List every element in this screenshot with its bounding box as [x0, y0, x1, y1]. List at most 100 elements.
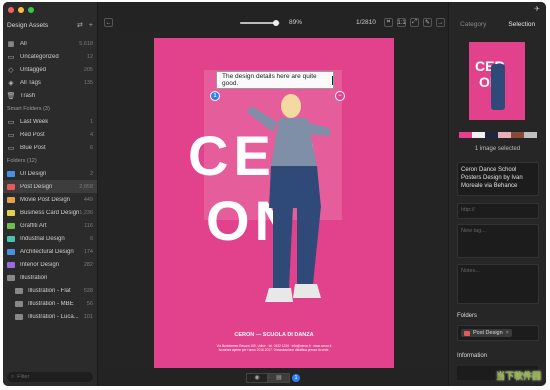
- sidebar-item-label: Business Card Design: [20, 209, 80, 216]
- comment-icon[interactable]: ▤: [268, 372, 290, 383]
- smart-folder-icon: ▭: [7, 118, 15, 126]
- eye-icon[interactable]: ◉: [246, 372, 268, 383]
- smart-folder-blue-post[interactable]: ▭ Blue Post 6: [3, 141, 97, 154]
- add-icon[interactable]: +: [89, 22, 93, 29]
- color-swatch[interactable]: [524, 132, 537, 138]
- pin-icon[interactable]: ✈: [534, 5, 540, 13]
- sidebar-item-count: 1,236: [79, 209, 93, 216]
- sidebar-item-label: Uncategorized: [20, 53, 59, 60]
- sidebar-item-label: Illustration - Luca...: [28, 313, 79, 320]
- smart-folder-last-week[interactable]: ▭ Last Week 1: [3, 115, 97, 128]
- folders-label: Folders: [457, 313, 478, 319]
- folders-field[interactable]: Post Design ×: [457, 325, 539, 341]
- forward-arrow-icon[interactable]: →: [436, 18, 445, 27]
- trash-icon: 🗑: [6, 92, 16, 100]
- color-swatch[interactable]: [485, 132, 498, 138]
- color-swatch[interactable]: [511, 132, 524, 138]
- tab-category[interactable]: Category: [449, 19, 498, 31]
- sidebar-item-count: 101: [83, 313, 93, 320]
- sidebar-item-folder[interactable]: Illustration - MBE 56: [3, 297, 97, 310]
- fit-screen-icon[interactable]: ⤢: [410, 18, 419, 27]
- annotation-pin-2[interactable]: −: [335, 91, 345, 101]
- sidebar-item-label: Interior Design: [20, 261, 60, 268]
- title-field[interactable]: Ceron Dance School Posters Design by Iva…: [457, 162, 539, 196]
- color-swatch[interactable]: [459, 132, 472, 138]
- sidebar-item-label: UI Design: [20, 170, 47, 177]
- image-canvas[interactable]: CER ON CERON — SCUOLA DI DANZA Via Borto…: [98, 31, 448, 369]
- notes-field[interactable]: Notes...: [457, 264, 539, 304]
- annotation-note[interactable]: The design details here are quite good.: [216, 71, 334, 89]
- sidebar-item-label: All: [20, 40, 27, 47]
- crop-icon[interactable]: ⌗: [384, 18, 393, 27]
- sidebar-item-label: Blue Post: [20, 144, 46, 151]
- inspector-tabs: Category Selection: [449, 19, 546, 31]
- sidebar-item-count: 6: [89, 235, 93, 242]
- zoom-slider[interactable]: [240, 20, 280, 26]
- sidebar-item-label: Post Design: [20, 183, 53, 190]
- zoom-window-button[interactable]: [28, 7, 34, 13]
- color-swatch[interactable]: [472, 132, 485, 138]
- sidebar-item-uncategorized[interactable]: ▭ Uncategorized 12: [3, 50, 97, 63]
- close-window-button[interactable]: [8, 7, 14, 13]
- annotation-count-badge: 1: [292, 373, 300, 382]
- folder-chip-label: Post Design: [473, 330, 503, 336]
- folder-list: UI Design 2 Post Design 2,858 Movie Post Des…: [3, 167, 97, 323]
- image-counter: 1/2810: [356, 19, 376, 26]
- sidebar-item-count: 4: [89, 131, 93, 138]
- minimize-window-button[interactable]: [18, 7, 24, 13]
- folder-icon: [7, 248, 15, 255]
- sidebar-item-count: 6: [89, 144, 93, 151]
- tab-selection[interactable]: Selection: [498, 19, 547, 31]
- folders-header[interactable]: Folders (12): [3, 154, 97, 167]
- sidebar-item-label: Trash: [20, 92, 36, 99]
- sidebar-item-all-tags[interactable]: ◈ All Tags 135: [3, 76, 97, 89]
- sidebar-item-folder[interactable]: Business Card Design 1,236: [3, 206, 97, 219]
- sidebar-item-folder[interactable]: Illustration: [3, 271, 97, 284]
- filter-input[interactable]: ⌕ Filter: [7, 372, 93, 382]
- search-icon: ⌕: [11, 373, 15, 380]
- annotation-pin-1[interactable]: 1: [210, 91, 220, 101]
- folder-icon: [7, 209, 15, 216]
- sidebar-item-folder[interactable]: Movie Post Design 449: [3, 193, 97, 206]
- poster-footer: CERON — SCUOLA DI DANZA: [234, 332, 314, 338]
- annotation-text[interactable]: The design details here are quite good.: [222, 73, 331, 87]
- selection-info: 1 image selected: [474, 146, 521, 152]
- remove-chip-icon[interactable]: ×: [506, 330, 509, 336]
- sidebar-item-folder[interactable]: Illustration - Luca... 101: [3, 310, 97, 323]
- sidebar-item-folder[interactable]: Architectural Design 174: [3, 245, 97, 258]
- thumbnail-dancer: [491, 64, 505, 110]
- folder-icon: [7, 274, 15, 281]
- sidebar-item-folder[interactable]: Illustration - Flat 528: [3, 284, 97, 297]
- sidebar-item-folder[interactable]: Interior Design 282: [3, 258, 97, 271]
- annotate-icon[interactable]: ✎: [423, 18, 432, 27]
- zoom-slider-knob[interactable]: [272, 20, 279, 26]
- sidebar-item-folder[interactable]: Industrial Design 6: [3, 232, 97, 245]
- smart-folders-header[interactable]: Smart Folders (3): [3, 102, 97, 115]
- sidebar-item-folder[interactable]: Post Design 2,858: [3, 180, 97, 193]
- library-title[interactable]: Design Assets: [7, 22, 71, 29]
- sidebar-item-count: 174: [83, 248, 93, 255]
- selected-thumbnail[interactable]: CER ON: [469, 42, 525, 120]
- sidebar-item-count: 205: [83, 66, 93, 73]
- folder-chip[interactable]: Post Design ×: [461, 329, 512, 337]
- sidebar-item-untagged[interactable]: ◇ Untagged 205: [3, 63, 97, 76]
- actual-size-icon[interactable]: 1:1: [397, 18, 406, 27]
- sidebar-item-folder[interactable]: Graffiti Art 116: [3, 219, 97, 232]
- url-field[interactable]: http://: [457, 203, 539, 219]
- tags-field[interactable]: New tag...: [457, 224, 539, 258]
- sidebar-item-folder[interactable]: UI Design 2: [3, 167, 97, 180]
- sidebar-item-label: Last Week: [20, 118, 49, 125]
- color-swatch[interactable]: [498, 132, 511, 138]
- sidebar-item-count: 5,618: [79, 40, 93, 47]
- back-arrow-icon[interactable]: ←: [104, 18, 113, 27]
- information-label: Information: [457, 353, 488, 359]
- color-palette: [459, 132, 537, 138]
- sidebar-item-count: 12: [86, 53, 93, 60]
- sidebar-item-all[interactable]: ▦ All 5,618: [3, 37, 97, 50]
- window-controls: [8, 7, 34, 13]
- status-bar: ◉ ▤ 1: [98, 369, 448, 386]
- swap-icon[interactable]: ⇄: [77, 21, 83, 29]
- poster-fineprint: Via Bortolomeo Rasura 100, Udine · tel. …: [174, 344, 374, 352]
- sidebar-item-trash[interactable]: 🗑 Trash: [3, 89, 97, 102]
- smart-folder-red-post[interactable]: ▭ Red Post 4: [3, 128, 97, 141]
